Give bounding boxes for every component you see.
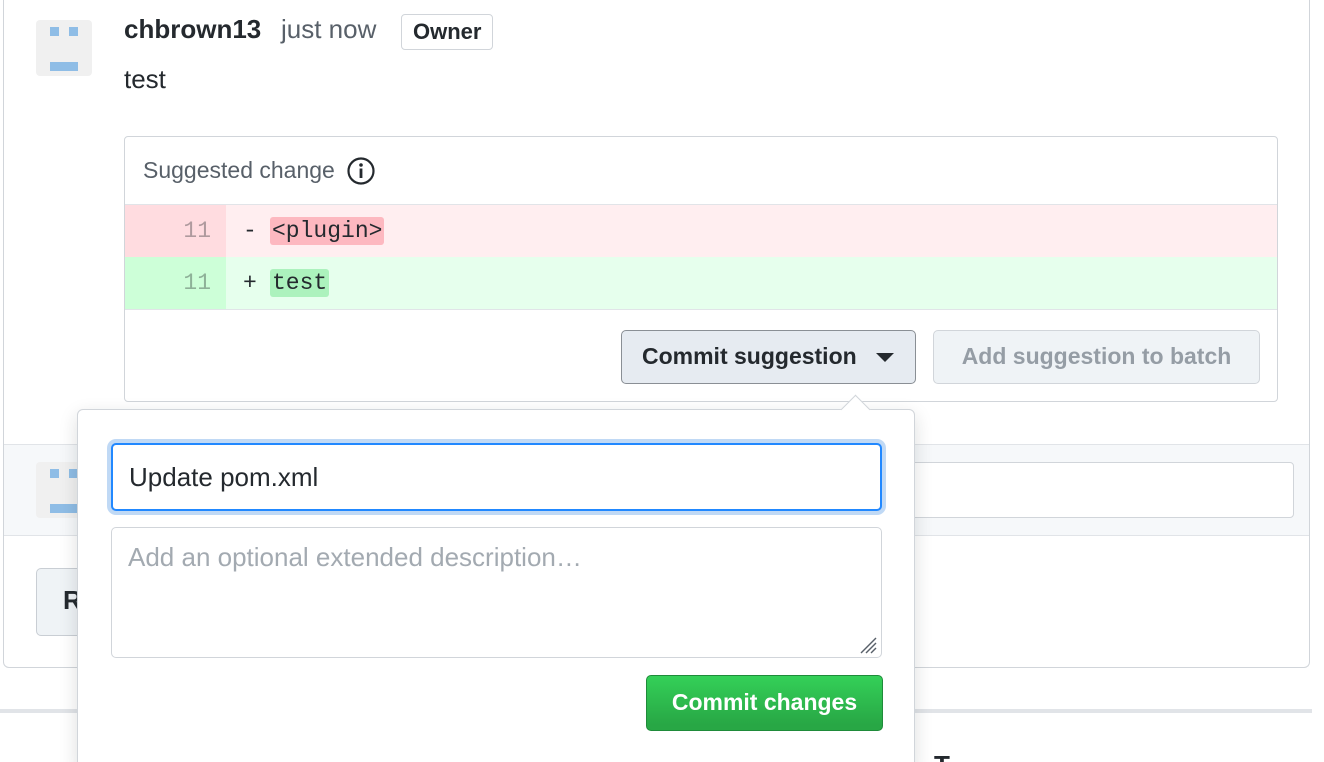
suggested-change-box: Suggested change 11 - <plugin> 11 + test… — [124, 136, 1278, 402]
avatar-pixel — [50, 62, 78, 71]
avatar-pixel — [50, 27, 59, 36]
caret-down-icon — [876, 353, 894, 362]
commit-message-input[interactable] — [111, 443, 882, 511]
suggested-change-header: Suggested change — [125, 137, 1277, 205]
avatar-pixel — [69, 27, 78, 36]
resize-handle-icon[interactable] — [859, 636, 877, 654]
commit-suggestion-label: Commit suggestion — [642, 343, 857, 369]
commit-suggestion-button[interactable]: Commit suggestion — [621, 330, 916, 384]
avatar-pixel — [50, 504, 78, 513]
suggestion-actions: Commit suggestion Add suggestion to batc… — [125, 309, 1277, 401]
avatar-pixel — [50, 469, 59, 478]
owner-badge: Owner — [401, 14, 494, 50]
review-thread-page: chbrown13 just now Owner test Suggested … — [0, 0, 1324, 762]
info-icon[interactable] — [346, 156, 376, 186]
suggested-change-title: Suggested change — [143, 157, 335, 183]
comment-author[interactable]: chbrown13 — [124, 14, 261, 45]
diff-code: test — [270, 269, 330, 297]
line-number: 11 — [125, 205, 226, 257]
author-avatar[interactable] — [36, 20, 92, 76]
diff-added-line: 11 + test — [125, 257, 1277, 309]
add-suggestion-to-batch-button[interactable]: Add suggestion to batch — [933, 330, 1260, 384]
comment-timestamp[interactable]: just now — [281, 14, 376, 45]
line-number: 11 — [125, 257, 226, 309]
commit-suggestion-popover: Commit changes — [77, 394, 915, 762]
diff-deleted-line: 11 - <plugin> — [125, 205, 1277, 257]
partially-hidden-text: T — [934, 750, 950, 762]
commit-description-input[interactable] — [111, 527, 882, 658]
diff-sign: - — [243, 218, 257, 244]
diff-sign: + — [243, 270, 257, 296]
comment-body: test — [124, 64, 166, 94]
diff-code: <plugin> — [270, 217, 385, 245]
commit-changes-button[interactable]: Commit changes — [646, 675, 883, 731]
